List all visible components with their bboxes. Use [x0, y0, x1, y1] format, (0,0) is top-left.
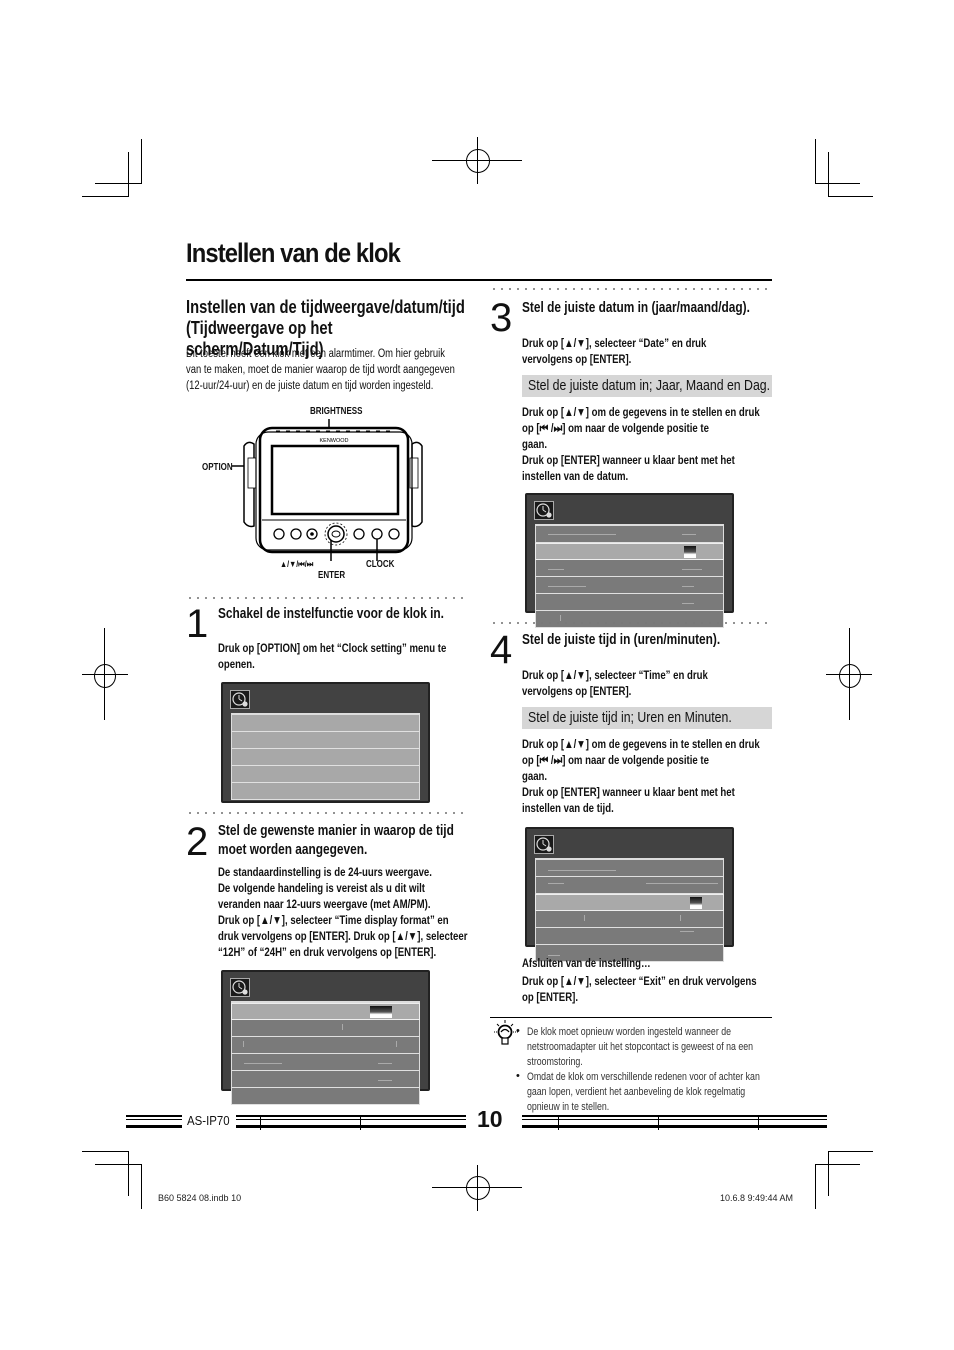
step-number: 4: [490, 628, 513, 672]
step-body: Druk op [▲/▼], selecteer “Date” en druk …: [522, 336, 707, 366]
menu-row[interactable]: [535, 611, 724, 628]
instruction-highlight: Stel de juiste datum in; Jaar, Maand en …: [522, 375, 772, 397]
menu-row[interactable]: [231, 715, 420, 732]
menu-row[interactable]: [231, 766, 420, 783]
menu-row[interactable]: [535, 560, 724, 577]
divider-dots: [186, 597, 468, 599]
exit-heading: Afsluiten van de instelling…: [522, 956, 651, 970]
device-illustration: BRIGHTNESS OPTION ▲/▼/⏮/⏭ ENTER CLOCK KE…: [196, 404, 436, 584]
clock-settings-icon: [534, 835, 554, 854]
step-title: Stel de juiste datum in (jaar/maand/dag)…: [522, 300, 750, 316]
clock-settings-icon: [230, 978, 250, 997]
step-body: Druk op [▲/▼], selecteer “Time” en druk …: [522, 668, 708, 698]
menu-row[interactable]: [231, 1071, 420, 1088]
step-body: Druk op [OPTION] om het “Clock setting” …: [218, 641, 447, 671]
footer-rule: [126, 1115, 182, 1128]
divider-dots: [490, 622, 772, 624]
footer-rule: [522, 1115, 827, 1130]
tips-list: • De klok moet opnieuw worden ingesteld …: [516, 1025, 846, 1115]
brand-logo: KENWOOD: [319, 438, 348, 444]
menu-row[interactable]: [231, 732, 420, 749]
step-number: 3: [490, 296, 513, 340]
exit-instructions: Afsluiten van de instelling… Druk op [▲/…: [522, 955, 786, 1005]
instruction-highlight: Stel de juiste tijd in; Uren en Minuten.: [522, 707, 772, 729]
selection-cursor: [370, 1006, 392, 1018]
menu-row[interactable]: [535, 594, 724, 611]
step-detail: Druk op [▲/▼] om de gegevens in te stell…: [522, 737, 760, 815]
menu-row[interactable]: [535, 928, 724, 945]
menu-row[interactable]: [535, 526, 724, 543]
time-setting-screen: [525, 827, 734, 962]
time-format-screen: [221, 970, 430, 1105]
menu-row[interactable]: [231, 1054, 420, 1071]
tips-rule: [490, 1017, 772, 1018]
menu-row[interactable]: [535, 911, 724, 928]
footer-rule: [236, 1115, 466, 1130]
selection-cursor: [690, 897, 702, 909]
divider-dots: [490, 288, 772, 290]
step-title: Stel de juiste tijd in (uren/minuten).: [522, 632, 721, 648]
step-detail: Druk op [▲/▼] om de gegevens in te stell…: [522, 405, 760, 483]
device-drawing: KENWOOD: [232, 419, 423, 561]
page-number: 10: [477, 1106, 503, 1132]
menu-row[interactable]: [231, 749, 420, 766]
menu-row-selected[interactable]: [231, 1003, 420, 1020]
tip-item: • Omdat de klok om verschillende redenen…: [516, 1070, 760, 1113]
intro-text: Dit toestel heeft een klok met een alarm…: [186, 348, 455, 392]
step-body: De standaardinstelling is de 24-uurs wee…: [218, 865, 468, 959]
page-title: Instellen van de klok: [186, 238, 401, 268]
model-number: AS-IP70: [187, 1113, 230, 1128]
menu-row-selected[interactable]: [535, 543, 724, 560]
menu-row[interactable]: [535, 860, 724, 877]
divider-dots: [186, 812, 468, 814]
menu-row[interactable]: [535, 877, 724, 894]
title-rule: [186, 279, 772, 281]
clock-settings-icon: [534, 501, 554, 520]
clock-setting-screen: [221, 682, 430, 803]
step-title: Schakel de instelfunctie voor de klok in…: [218, 606, 444, 622]
selection-cursor: [684, 546, 696, 558]
date-setting-screen: [525, 493, 734, 628]
step-title: Stel de gewenste manier in waarop de tij…: [218, 823, 454, 858]
menu-row[interactable]: [231, 1020, 420, 1037]
menu-row[interactable]: [231, 783, 420, 800]
file-info: B60 5824 08.indb 10: [158, 1193, 242, 1203]
clock-settings-icon: [230, 690, 250, 709]
tip-item: • De klok moet opnieuw worden ingesteld …: [516, 1025, 754, 1068]
print-timestamp: 10.6.8 9:49:44 AM: [720, 1193, 794, 1203]
menu-row[interactable]: [535, 577, 724, 594]
step-number: 1: [186, 602, 209, 646]
menu-row-selected[interactable]: [535, 894, 724, 911]
menu-row[interactable]: [231, 1037, 420, 1054]
menu-row[interactable]: [231, 1088, 420, 1105]
step-number: 2: [186, 820, 209, 864]
